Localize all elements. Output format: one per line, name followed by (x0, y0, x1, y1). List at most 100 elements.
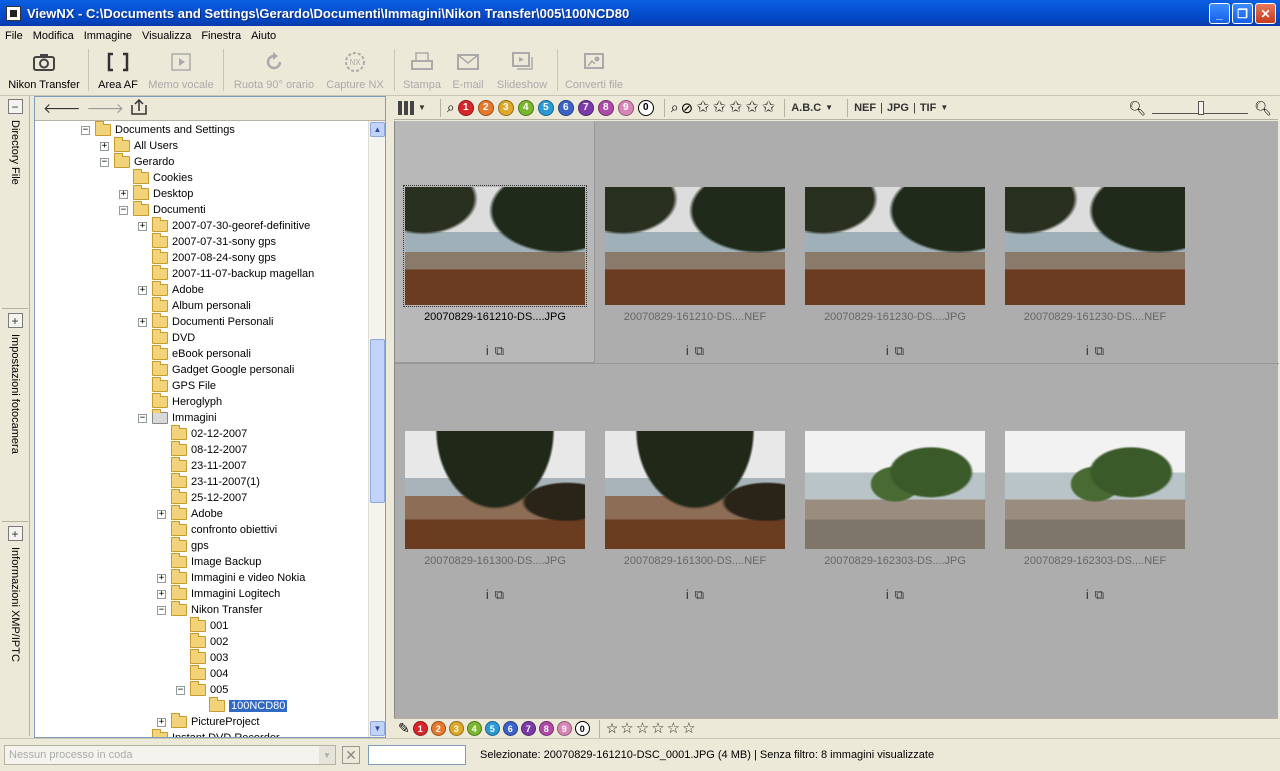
scroll-up-icon[interactable]: ▲ (370, 122, 385, 137)
star-assign-4-icon[interactable]: ☆ (667, 720, 680, 737)
tree-item[interactable]: + Documenti Personali (138, 313, 274, 330)
rating-filter-icon[interactable]: ⌕ (671, 99, 679, 116)
nef-filter-button[interactable]: NEF (854, 102, 876, 114)
tree-item[interactable]: Image Backup (157, 553, 261, 570)
label-assign-5[interactable]: 5 (484, 721, 500, 736)
label-assign-6[interactable]: 6 (502, 721, 518, 736)
tab-informazioni-xmp[interactable]: + Informazioni XMP/IPTC (2, 523, 28, 662)
scroll-thumb[interactable] (370, 339, 385, 503)
minimize-button[interactable]: _ (1209, 3, 1230, 24)
tree-item[interactable]: Heroglyph (138, 393, 222, 410)
thumbnail-cell[interactable]: 20070829-161210-DS....NEF i ⧉ (595, 121, 795, 363)
format-dropdown-icon[interactable]: ▼ (940, 103, 948, 112)
photo-thumbnail[interactable] (605, 187, 785, 305)
capture-nx-button[interactable]: NX Capture NX (320, 46, 390, 94)
label-filter-icon[interactable]: ⌕ (447, 99, 455, 116)
label-filter-9[interactable]: 9 (617, 99, 634, 116)
info-icon[interactable]: i (686, 343, 689, 358)
expand-icon[interactable]: + (138, 221, 147, 231)
tree-item[interactable]: − Nikon Transfer (157, 601, 263, 618)
tree-item[interactable]: 02-12-2007 (157, 425, 247, 442)
forward-arrow-icon[interactable]: 🡒 (87, 100, 125, 117)
tree-item[interactable]: + Immagini e video Nokia (157, 569, 305, 586)
thumbnail-cell[interactable]: 20070829-162303-DS....JPG i ⧉ (795, 365, 995, 607)
tree-item[interactable]: confronto obiettivi (157, 521, 277, 538)
expand-icon[interactable]: + (7, 526, 23, 541)
star-filter-3-icon[interactable]: ✩ (729, 99, 742, 116)
label-assign-7[interactable]: 7 (520, 721, 536, 736)
label-filter-4[interactable]: 4 (517, 99, 534, 116)
info-icon[interactable]: i (486, 587, 489, 602)
tree-item[interactable]: +2007-07-30-georef-definitive (138, 217, 310, 234)
expand-icon[interactable]: + (100, 141, 109, 151)
star-assign-3-icon[interactable]: ☆ (651, 720, 664, 737)
compare-icon[interactable]: ⧉ (895, 343, 904, 358)
tree-item[interactable]: 2007-08-24-sony gps (138, 249, 276, 266)
tree-item[interactable]: 100NCD80 (195, 697, 288, 714)
expand-icon[interactable]: + (119, 189, 128, 199)
print-button[interactable]: Stampa (399, 46, 445, 94)
sort-abc-button[interactable]: A.B.C (791, 102, 821, 114)
jpg-filter-button[interactable]: JPG (887, 102, 909, 114)
star-filter-4-icon[interactable]: ✩ (745, 99, 758, 116)
compare-icon[interactable]: ⧉ (895, 587, 904, 602)
rotate-button[interactable]: Ruota 90° orario (228, 46, 320, 94)
close-button[interactable]: ✕ (1255, 3, 1276, 24)
tree-item[interactable]: − Gerardo (100, 153, 174, 170)
compare-icon[interactable]: ⧉ (495, 343, 504, 358)
tab-directory-file[interactable]: − Directory File (2, 96, 28, 185)
label-filter-6[interactable]: 6 (557, 99, 574, 116)
tree-item[interactable]: Cookies (119, 169, 193, 186)
label-filter-1[interactable]: 1 (457, 99, 474, 116)
info-icon[interactable]: i (686, 587, 689, 602)
info-icon[interactable]: i (886, 343, 889, 358)
tree-item[interactable]: 001 (176, 617, 228, 634)
compare-icon[interactable]: ⧉ (695, 343, 704, 358)
label-assign-3[interactable]: 3 (448, 721, 464, 736)
tree-item[interactable]: + PictureProject (157, 713, 259, 730)
label-assign-4[interactable]: 4 (466, 721, 482, 736)
photo-thumbnail[interactable] (605, 431, 785, 549)
tree-item[interactable]: + Adobe (138, 281, 204, 298)
tree-item[interactable]: Album personali (138, 297, 251, 314)
menu-aiuto[interactable]: Aiuto (246, 30, 281, 42)
tree-item[interactable]: DVD (138, 329, 195, 346)
star-assign-5-icon[interactable]: ☆ (682, 720, 695, 737)
maximize-button[interactable]: ❐ (1232, 3, 1253, 24)
collapse-icon[interactable]: − (157, 605, 166, 615)
expand-icon[interactable]: + (7, 313, 23, 328)
label-assign-1[interactable]: 1 (412, 721, 428, 736)
pen-label-icon[interactable]: ✎ (398, 720, 410, 737)
star-filter-1-icon[interactable]: ✩ (696, 99, 709, 116)
expand-icon[interactable]: + (157, 573, 166, 583)
star-filter-2-icon[interactable]: ✩ (713, 99, 726, 116)
label-assign-9[interactable]: 9 (556, 721, 572, 736)
slideshow-button[interactable]: Slideshow (491, 46, 553, 94)
tree-item[interactable]: 23-11-2007(1) (157, 473, 260, 490)
menu-immagine[interactable]: Immagine (79, 30, 137, 42)
chevron-down-icon[interactable]: ▼ (319, 746, 335, 764)
label-filter-7[interactable]: 7 (577, 99, 594, 116)
tree-item[interactable]: 25-12-2007 (157, 489, 247, 506)
tree-item[interactable]: 004 (176, 665, 228, 682)
expand-icon[interactable]: + (157, 717, 166, 727)
tab-impostazioni-fotocamera[interactable]: + Impostazioni fotocamera (2, 310, 28, 454)
rating-assign-icon[interactable]: ☆ (606, 720, 619, 737)
menu-file[interactable]: File (0, 30, 28, 42)
view-dropdown-icon[interactable]: ▼ (418, 103, 426, 112)
label-filter-5[interactable]: 5 (537, 99, 554, 116)
thumbnail-cell[interactable]: 20070829-161300-DS....NEF i ⧉ (595, 365, 795, 607)
label-filter-2[interactable]: 2 (477, 99, 494, 116)
photo-thumbnail[interactable] (1005, 187, 1185, 305)
tree-item[interactable]: 003 (176, 649, 228, 666)
tree-item[interactable]: eBook personali (138, 345, 251, 362)
tree-item[interactable]: 2007-07-31-sony gps (138, 233, 276, 250)
convert-files-button[interactable]: Converti file (562, 46, 626, 94)
label-assign-8[interactable]: 8 (538, 721, 554, 736)
menu-finestra[interactable]: Finestra (196, 30, 246, 42)
collapse-icon[interactable]: − (7, 99, 23, 114)
menu-visualizza[interactable]: Visualizza (137, 30, 196, 42)
collapse-icon[interactable]: − (176, 685, 185, 695)
tree-item[interactable]: 2007-11-07-backup magellan (138, 265, 314, 282)
star-assign-2-icon[interactable]: ☆ (636, 720, 649, 737)
